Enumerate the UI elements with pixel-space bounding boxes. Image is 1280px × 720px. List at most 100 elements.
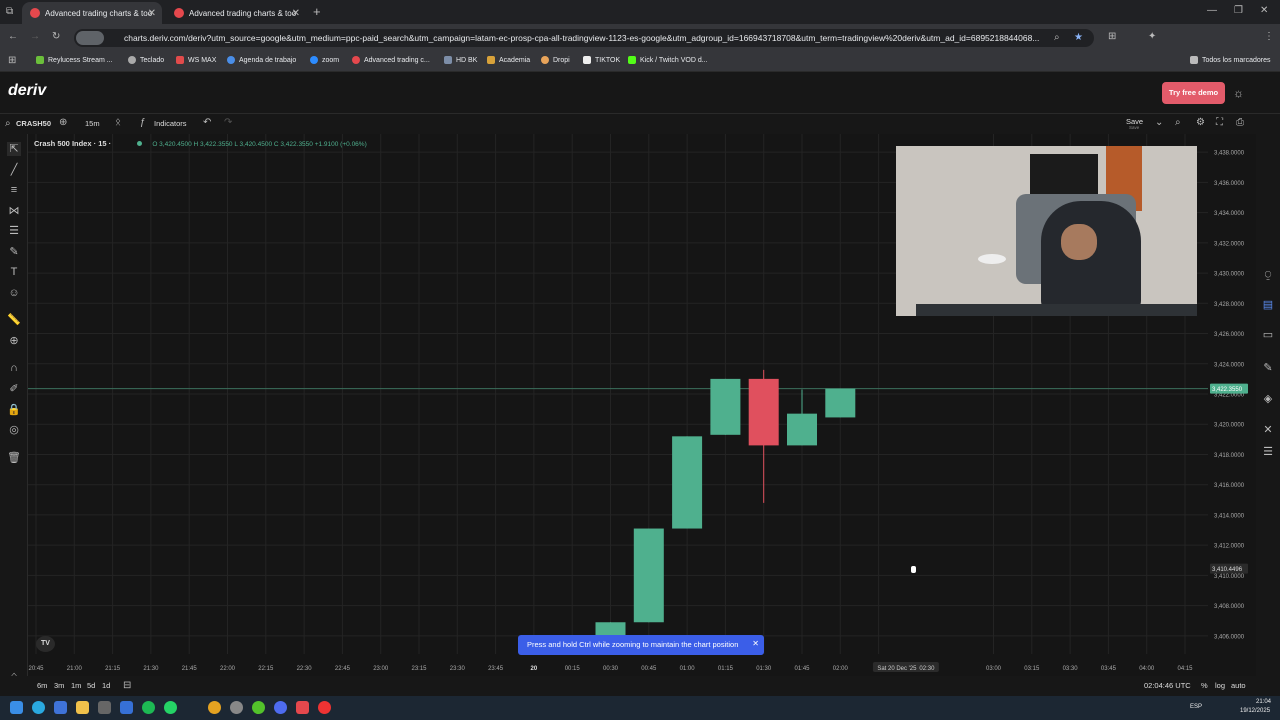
screenshot-icon[interactable]: ⎙ [1236, 117, 1244, 128]
chrome-icon[interactable] [208, 701, 221, 714]
period-1d[interactable]: 1d [102, 681, 110, 690]
apps-icon[interactable]: ⊞ [1108, 31, 1116, 42]
games-icon[interactable]: ◈ [1261, 392, 1275, 406]
back-icon[interactable]: ← [8, 31, 18, 42]
fullscreen-icon[interactable]: ⛶ [1216, 117, 1223, 128]
tradingview-logo-icon[interactable]: TV [36, 636, 55, 652]
trash-icon[interactable]: 🗑 [7, 451, 21, 465]
zoom-app-icon[interactable] [274, 701, 287, 714]
bookmark-item[interactable]: WS MAX [176, 56, 216, 64]
apps-grid-icon[interactable]: ⊞ [8, 55, 16, 66]
period-6m[interactable]: 6m [37, 681, 47, 690]
chevron-down-icon[interactable]: ⌄ [1155, 117, 1163, 128]
bookmark-star-icon[interactable]: ★ [1074, 29, 1083, 47]
whatsapp-icon[interactable] [164, 701, 177, 714]
log-toggle[interactable]: log [1215, 681, 1225, 690]
trend-line-icon[interactable]: ╱ [7, 163, 21, 177]
undo-icon[interactable]: ↶ [203, 117, 211, 128]
bookmark-item[interactable]: Reylucess Stream ... [36, 56, 113, 64]
ruler-icon[interactable]: 📏 [7, 313, 21, 327]
browser-tab-1[interactable]: Advanced trading charts & too ✕ [22, 2, 162, 24]
lock-icon[interactable]: 🔒 [7, 403, 21, 417]
cursor-icon[interactable]: ⇱ [7, 142, 21, 156]
menu-icon[interactable]: ⋮ [1264, 31, 1274, 42]
reload-icon[interactable]: ↻ [52, 31, 60, 42]
bookmark-item[interactable]: Teclado [128, 56, 164, 64]
maximize-icon[interactable]: ❐ [1234, 5, 1243, 16]
bookmark-item[interactable]: HD BK [444, 56, 477, 64]
chart-type-icon[interactable]: ᛟ [115, 117, 121, 128]
clock-time[interactable]: 21:04 [1256, 699, 1271, 705]
store-icon[interactable] [98, 701, 111, 714]
close-tab-icon[interactable]: ✕ [148, 8, 156, 19]
settings-icon[interactable]: ⚙ [1196, 117, 1205, 128]
notes-icon[interactable]: ✎ [1261, 361, 1275, 375]
edge-icon[interactable] [32, 701, 45, 714]
input-language[interactable]: ESP [1190, 704, 1202, 710]
bookmark-item[interactable]: Dropi [541, 56, 570, 64]
pattern-icon[interactable]: ⋈ [7, 204, 21, 218]
spotify-icon[interactable] [142, 701, 155, 714]
visibility-icon[interactable]: ◎ [7, 423, 21, 437]
redo-icon[interactable]: ↷ [224, 117, 232, 128]
period-3m[interactable]: 3m [54, 681, 64, 690]
bookmark-item[interactable]: Agenda de trabajo [227, 56, 296, 64]
kick-icon[interactable] [252, 701, 265, 714]
close-tab-icon[interactable]: ✕ [292, 8, 300, 19]
search-icon[interactable]: ⌕ [5, 118, 11, 129]
bookmark-item[interactable]: Kick / Twitch VOD d... [628, 56, 708, 64]
try-demo-button[interactable]: Try free demo [1162, 82, 1225, 104]
percent-toggle[interactable]: % [1201, 681, 1208, 690]
watchlist-icon[interactable]: ⍜ [1261, 268, 1275, 282]
auto-toggle[interactable]: auto [1231, 681, 1246, 690]
draw-mode-icon[interactable]: ✐ [7, 382, 21, 396]
indicators-icon[interactable]: ƒ [140, 117, 146, 128]
bookmark-item[interactable]: Academia [487, 56, 530, 64]
period-1m[interactable]: 1m [71, 681, 81, 690]
bookmark-item[interactable]: zoom [310, 56, 339, 64]
settings-app-icon[interactable] [230, 701, 243, 714]
all-bookmarks[interactable]: Todos los marcadores [1190, 56, 1270, 64]
tab-menu-icon[interactable]: ⧉ [6, 6, 13, 17]
extensions-icon[interactable]: ✦ [1148, 31, 1156, 42]
forward-icon[interactable]: → [30, 31, 40, 42]
tools-icon[interactable]: ✕ [1261, 423, 1275, 437]
browser-tab-2[interactable]: Advanced trading charts & too ✕ [166, 2, 306, 24]
folder-icon[interactable] [76, 701, 89, 714]
mail-icon[interactable] [120, 701, 133, 714]
zoom-in-icon[interactable]: ⊕ [7, 334, 21, 348]
explorer-icon[interactable] [54, 701, 67, 714]
fib-icon[interactable]: ☰ [7, 224, 21, 238]
brush-icon[interactable]: ✎ [7, 245, 21, 259]
symbol-selector[interactable]: CRASH50 [16, 119, 51, 128]
text-tool-icon[interactable]: T [7, 265, 21, 279]
zoom-icon[interactable]: ⌕ [1054, 29, 1060, 47]
goto-date-icon[interactable]: ⊟ [123, 680, 131, 691]
opera-icon[interactable] [318, 701, 331, 714]
zoom-chart-icon[interactable]: ⌕ [1175, 117, 1181, 128]
period-5d[interactable]: 5d [87, 681, 95, 690]
compare-add-icon[interactable]: ⊕ [59, 117, 67, 128]
windows-start-icon[interactable] [10, 701, 23, 714]
indicators-button[interactable]: Indicators [154, 119, 187, 128]
minimize-icon[interactable]: — [1207, 5, 1217, 16]
news-icon[interactable]: ▭ [1261, 328, 1275, 342]
deriv-logo[interactable]: deriv [8, 82, 46, 100]
address-bar[interactable]: charts.deriv.com/deriv?utm_source=google… [74, 29, 1094, 47]
layout-icon[interactable]: ☰ [1261, 445, 1275, 459]
deriv-app-icon[interactable] [296, 701, 309, 714]
chat-icon[interactable]: ▤ [1261, 298, 1275, 312]
magnet-icon[interactable]: ∩ [7, 361, 21, 375]
symbol-name[interactable]: Crash 500 Index · 15 · [34, 139, 111, 148]
new-tab-icon[interactable]: + [313, 4, 321, 19]
bookmark-item[interactable]: Advanced trading c... [352, 56, 430, 64]
clock-date[interactable]: 19/12/2025 [1240, 708, 1270, 714]
interval-selector[interactable]: 15m [85, 119, 100, 128]
site-info-icon[interactable] [76, 31, 104, 45]
theme-toggle-icon[interactable]: ☼ [1233, 86, 1244, 100]
bookmark-item[interactable]: TIKTOK [583, 56, 620, 64]
toast-close-icon[interactable]: ✕ [752, 634, 759, 654]
utc-clock[interactable]: 02:04:46 UTC [1144, 681, 1191, 690]
horizontal-lines-icon[interactable]: ≡ [7, 183, 21, 197]
close-window-icon[interactable]: ✕ [1260, 5, 1268, 16]
